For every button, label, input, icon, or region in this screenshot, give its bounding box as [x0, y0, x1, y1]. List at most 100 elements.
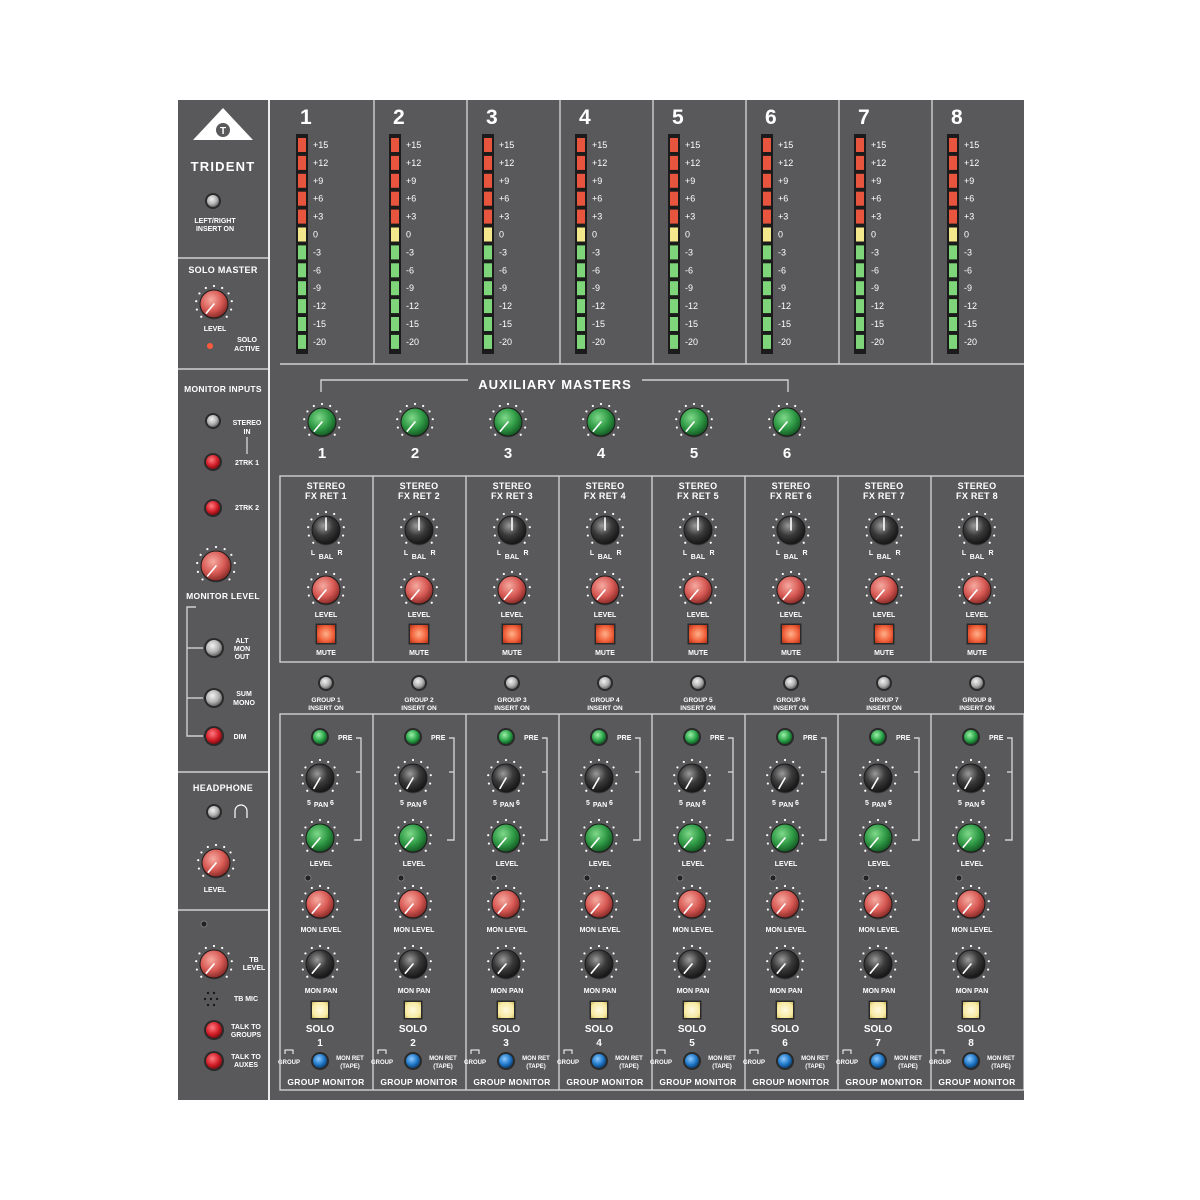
pre-button-4[interactable]: [590, 728, 608, 746]
group-monitor-switch-8[interactable]: [962, 1052, 980, 1070]
knob-scale-dot: [885, 820, 888, 824]
group-monitor-switch-5[interactable]: [683, 1052, 701, 1070]
alt-mon-out-button[interactable]: [204, 638, 224, 658]
pre-button-3[interactable]: [497, 728, 515, 746]
pre-button-8[interactable]: [962, 728, 980, 746]
meter-segment: [856, 299, 864, 314]
knob-scale-dot: [876, 758, 880, 762]
group-monitor-switch-3[interactable]: [497, 1052, 515, 1070]
knob-scale-dot: [678, 915, 681, 918]
knob-scale-dot: [432, 578, 435, 581]
solo-button-7[interactable]: [868, 1000, 888, 1020]
2trk-2-button[interactable]: [204, 499, 222, 517]
solo-active-led: [207, 343, 213, 349]
group-monitor-switch-1[interactable]: [311, 1052, 329, 1070]
knob-scale-dot: [517, 975, 520, 978]
group-monitor-label: GROUP MONITOR: [566, 1077, 643, 1087]
button-cap: [406, 1054, 420, 1068]
group-monitor-switch-6[interactable]: [776, 1052, 794, 1070]
peak-led: [955, 874, 963, 882]
knob-scale-dot: [766, 782, 769, 785]
pre-button-6[interactable]: [776, 728, 794, 746]
mon-level-label: MON LEVEL: [394, 927, 436, 934]
stereo-in-button[interactable]: [205, 413, 221, 429]
aux-level-label: LEVEL: [775, 861, 798, 868]
knob-scale-dot: [308, 433, 311, 436]
knob-scale-dot: [684, 541, 687, 544]
group-insert-button-3[interactable]: [504, 675, 520, 691]
fx-mute-button-4[interactable]: [594, 623, 616, 645]
fx-mute-button-1[interactable]: [315, 623, 337, 645]
knob-scale-dot: [405, 541, 408, 544]
knob-scale-dot: [506, 402, 510, 406]
tape-label: (TAPE): [526, 1064, 546, 1070]
meter-segment: [949, 191, 957, 206]
2trk-1-button[interactable]: [204, 453, 222, 471]
meter-segment: [670, 317, 678, 331]
group-insert-button-4[interactable]: [597, 675, 613, 691]
solo-button-4[interactable]: [589, 1000, 609, 1020]
solo-button-3[interactable]: [496, 1000, 516, 1020]
knob-scale-dot: [310, 886, 313, 890]
pan-left-label: 5: [865, 800, 869, 807]
fx-return-title: STEREO: [679, 481, 718, 491]
talk-to-groups-button[interactable]: [204, 1020, 224, 1040]
meter-scale-label: 0: [592, 230, 597, 240]
knob-scale-dot: [617, 426, 620, 429]
knob-scale-dot: [487, 900, 490, 903]
fx-level-label: LEVEL: [408, 612, 431, 619]
pre-button-7[interactable]: [869, 728, 887, 746]
talk-to-auxes-button[interactable]: [204, 1051, 224, 1071]
group-monitor-switch-2[interactable]: [404, 1052, 422, 1070]
sum-mono-button[interactable]: [204, 688, 224, 708]
fx-mute-button-8[interactable]: [966, 623, 988, 645]
fx-mute-button-6[interactable]: [780, 623, 802, 645]
knob-scale-dot: [502, 572, 505, 576]
solo-button-2[interactable]: [403, 1000, 423, 1020]
pre-button-2[interactable]: [404, 728, 422, 746]
fx-mute-button-7[interactable]: [873, 623, 895, 645]
solo-button-8[interactable]: [961, 1000, 981, 1020]
group-monitor-switch-7[interactable]: [869, 1052, 887, 1070]
dim-button[interactable]: [204, 726, 224, 746]
fx-mute-button-2[interactable]: [408, 623, 430, 645]
knob-scale-dot: [714, 594, 717, 597]
knob-scale-dot: [301, 834, 304, 837]
meter-segment: [856, 317, 864, 331]
meter-scale-label: -6: [778, 265, 786, 275]
knob-scale-dot: [591, 404, 594, 408]
pre-button-5[interactable]: [683, 728, 701, 746]
knob-scale-dot: [865, 586, 868, 589]
knob-scale-dot: [310, 946, 313, 950]
solo-button-5[interactable]: [682, 1000, 702, 1020]
group-monitor-switch-4[interactable]: [590, 1052, 608, 1070]
knob-scale-dot: [426, 512, 429, 516]
knob-scale-dot: [955, 892, 958, 895]
knob-scale-dot: [204, 286, 207, 290]
strip-number: 3: [503, 1038, 509, 1049]
mute-label: MUTE: [874, 650, 894, 657]
knob-scale-dot: [781, 572, 784, 576]
group-insert-button-5[interactable]: [690, 675, 706, 691]
knob-scale-dot: [426, 952, 429, 955]
group-insert-button-1[interactable]: [318, 675, 334, 691]
fx-mute-button-5[interactable]: [687, 623, 709, 645]
group-insert-button-6[interactable]: [783, 675, 799, 691]
left-right-insert-button[interactable]: [205, 193, 221, 209]
meter-scale-label: +6: [685, 194, 695, 204]
knob-scale-dot: [987, 774, 990, 777]
mon-level-label: MON LEVEL: [673, 927, 715, 934]
knob-scale-dot: [397, 826, 400, 829]
button-cap: [599, 677, 611, 689]
group-insert-button-2[interactable]: [411, 675, 427, 691]
solo-button-6[interactable]: [775, 1000, 795, 1020]
group-insert-button-7[interactable]: [876, 675, 892, 691]
knob-scale-dot: [862, 892, 865, 895]
headphone-jack[interactable]: [206, 804, 222, 820]
knob-scale-dot: [599, 402, 603, 406]
pre-button-1[interactable]: [311, 728, 329, 746]
group-insert-button-8[interactable]: [969, 675, 985, 691]
bal-label: BAL: [505, 554, 520, 561]
solo-button-1[interactable]: [310, 1000, 330, 1020]
fx-mute-button-3[interactable]: [501, 623, 523, 645]
